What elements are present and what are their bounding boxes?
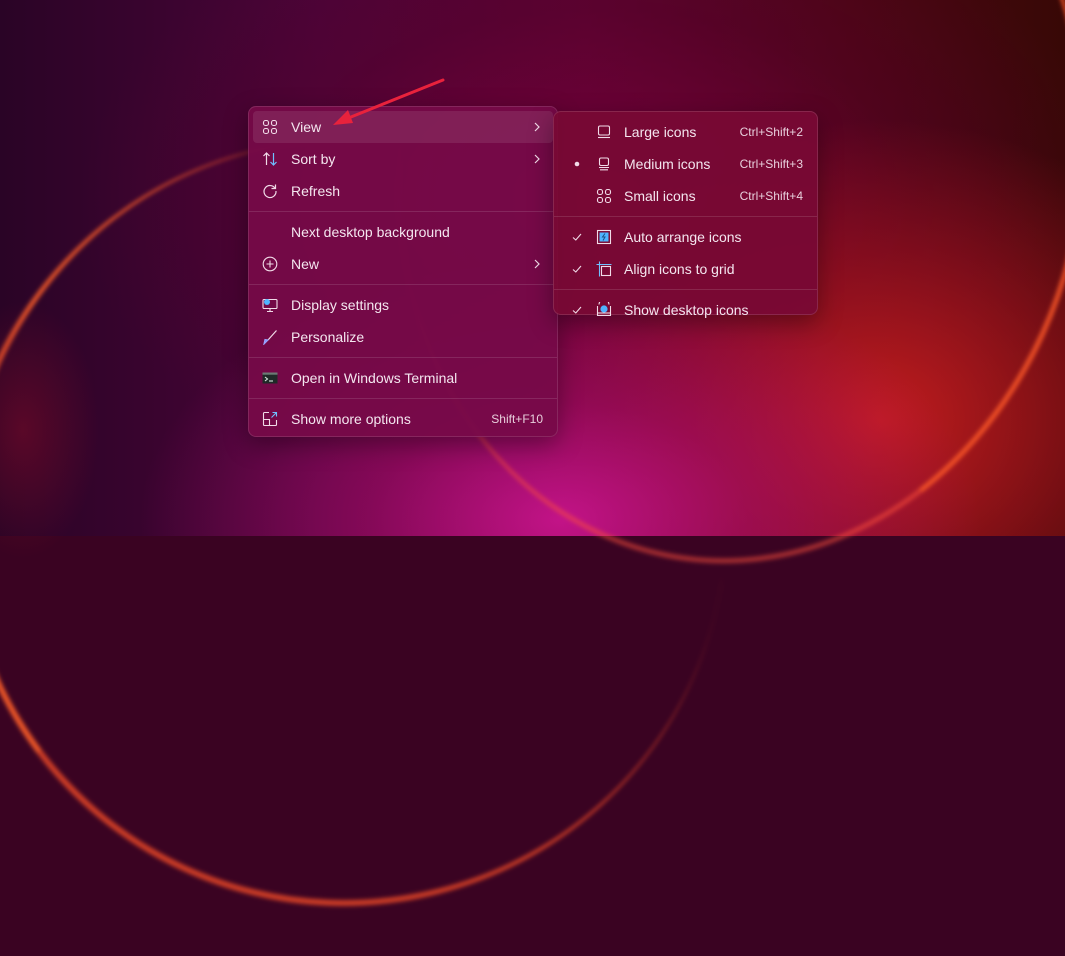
desktop-context-menu: View Sort by Refresh Next desktop backgr…	[248, 106, 558, 437]
menu-item-label: Auto arrange icons	[624, 229, 742, 245]
menu-item-label: Align icons to grid	[624, 261, 735, 277]
sort-icon	[262, 151, 278, 167]
checkmark-icon	[569, 261, 585, 277]
menu-item-label: Small icons	[624, 188, 696, 204]
menu-item-label: Show desktop icons	[624, 302, 749, 318]
wallpaper-glow	[0, 300, 100, 560]
menu-item-open-in-windows-terminal[interactable]: Open in Windows Terminal	[253, 362, 553, 394]
submenu-item-show-desktop-icons[interactable]: Show desktop icons	[558, 294, 813, 326]
menu-item-personalize[interactable]: Personalize	[253, 321, 553, 353]
menu-item-label: Medium icons	[624, 156, 711, 172]
menu-item-view[interactable]: View	[253, 111, 553, 143]
show-desktop-icons-icon	[596, 302, 612, 318]
menu-separator	[249, 284, 557, 285]
terminal-icon	[262, 370, 278, 386]
submenu-item-medium-icons[interactable]: Medium icons Ctrl+Shift+3	[558, 148, 813, 180]
submenu-item-auto-arrange-icons[interactable]: Auto arrange icons	[558, 221, 813, 253]
align-grid-icon	[596, 261, 612, 277]
menu-item-label: Open in Windows Terminal	[291, 370, 458, 386]
bullet-selected-icon	[569, 156, 585, 172]
menu-item-label: Next desktop background	[291, 224, 450, 240]
menu-item-label: Refresh	[291, 183, 341, 199]
menu-item-label: New	[291, 256, 320, 272]
keyboard-shortcut: Ctrl+Shift+4	[739, 189, 803, 203]
keyboard-shortcut: Ctrl+Shift+2	[739, 125, 803, 139]
chevron-right-icon	[531, 256, 543, 272]
submenu-item-align-icons-to-grid[interactable]: Align icons to grid	[558, 253, 813, 285]
checkmark-icon	[569, 302, 585, 318]
menu-item-sort-by[interactable]: Sort by	[253, 143, 553, 175]
chevron-right-icon	[531, 119, 543, 135]
brush-icon	[262, 329, 278, 345]
checkmark-icon	[569, 229, 585, 245]
menu-separator	[249, 211, 557, 212]
menu-separator	[249, 398, 557, 399]
menu-separator	[554, 216, 817, 217]
menu-item-new[interactable]: New	[253, 248, 553, 280]
chevron-right-icon	[531, 151, 543, 167]
submenu-item-small-icons[interactable]: Small icons Ctrl+Shift+4	[558, 180, 813, 212]
keyboard-shortcut: Shift+F10	[491, 412, 543, 426]
menu-item-label: Show more options	[291, 411, 411, 427]
submenu-item-large-icons[interactable]: Large icons Ctrl+Shift+2	[558, 116, 813, 148]
menu-separator	[249, 357, 557, 358]
medium-icons-icon	[596, 156, 612, 172]
menu-item-label: Large icons	[624, 124, 697, 140]
add-circle-icon	[262, 256, 278, 272]
menu-item-display-settings[interactable]: Display settings	[253, 289, 553, 321]
display-settings-icon	[262, 297, 278, 313]
view-submenu: Large icons Ctrl+Shift+2 Medium icons Ct…	[553, 111, 818, 318]
menu-item-label: Sort by	[291, 151, 336, 167]
auto-arrange-icon	[596, 229, 612, 245]
menu-item-next-desktop-background[interactable]: Next desktop background	[253, 216, 553, 248]
menu-item-show-more-options[interactable]: Show more options Shift+F10	[253, 403, 553, 435]
small-icons-icon	[596, 188, 612, 204]
show-more-icon	[262, 411, 278, 427]
view-grid-icon	[262, 119, 278, 135]
refresh-icon	[262, 183, 278, 199]
large-icons-icon	[596, 124, 612, 140]
menu-separator	[554, 289, 817, 290]
menu-item-refresh[interactable]: Refresh	[253, 175, 553, 207]
keyboard-shortcut: Ctrl+Shift+3	[739, 157, 803, 171]
menu-item-label: Personalize	[291, 329, 365, 345]
menu-item-label: Display settings	[291, 297, 390, 313]
menu-item-label: View	[291, 119, 322, 135]
